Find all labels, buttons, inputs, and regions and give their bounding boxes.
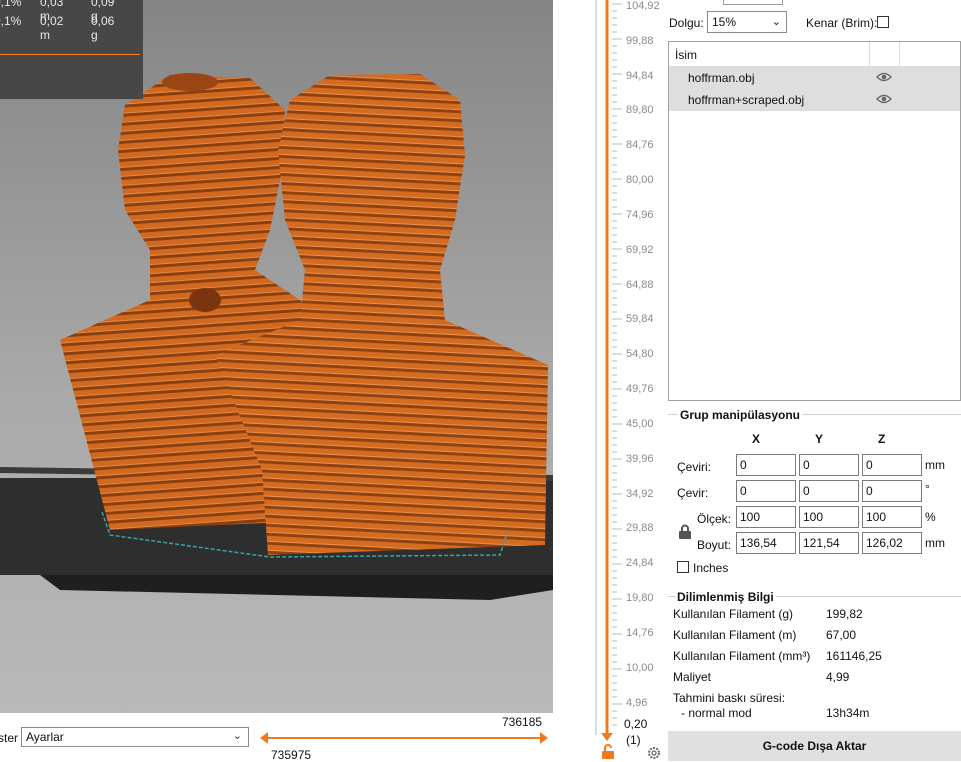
stats-pct: 0,1%: [0, 14, 22, 28]
info-value: 4,99: [826, 670, 850, 684]
object-list-header: İsim: [669, 42, 960, 67]
layer-stats-panel: 0,1% 0,03 m 0,09 g 0,1% 0,02 m 0,06 g: [0, 0, 143, 99]
infill-select[interactable]: 15% ⌄: [707, 11, 787, 33]
stats-length: 0,02 m: [40, 14, 64, 42]
axis-y-header: Y: [815, 432, 824, 446]
layer-tick-label: 59,84: [626, 313, 654, 326]
layer-tick-label: 4,96: [626, 696, 648, 709]
rotate-x-field[interactable]: 0: [736, 480, 796, 502]
info-key: Kullanılan Filament (m): [673, 628, 797, 642]
scale-y-field[interactable]: 100: [799, 506, 859, 528]
layer-tick-label: 14,76: [626, 626, 654, 639]
lock-icon[interactable]: [600, 744, 616, 760]
layer-tick-label: 80,00: [626, 174, 654, 187]
eye-icon[interactable]: [876, 93, 892, 105]
layer-tick-label: 10,00: [626, 661, 654, 674]
chevron-down-icon: ⌄: [771, 16, 781, 28]
stats-divider: [0, 54, 140, 55]
rotate-unit: °: [925, 482, 930, 496]
info-key: Tahmini baskı süresi:: [673, 691, 786, 705]
range-right-handle: [540, 732, 548, 744]
translate-unit: mm: [925, 458, 945, 472]
layer-tick-label: 34,92: [626, 487, 654, 500]
eye-icon[interactable]: [876, 71, 892, 83]
object-name: hoffrman.obj: [688, 71, 755, 85]
preset-value: Ayarlar: [26, 730, 64, 744]
scale-z-field[interactable]: 100: [862, 506, 922, 528]
scene-render: [0, 73, 553, 600]
current-layer-number: (1): [626, 733, 641, 747]
layer-tick-label: 99,88: [626, 34, 654, 47]
size-x-field[interactable]: 136,54: [736, 532, 796, 554]
translate-z-field[interactable]: 0: [862, 454, 922, 476]
layer-tick-label: 64,88: [626, 278, 654, 291]
inches-checkbox[interactable]: [677, 561, 689, 573]
preset-select[interactable]: Ayarlar ⌄: [21, 727, 249, 747]
object-list: İsim hoffrman.obj hoffrman+scraped.obj: [668, 41, 961, 401]
info-key: Kullanılan Filament (g): [673, 607, 794, 621]
layer-tick-label: 54,80: [626, 348, 654, 361]
chevron-down-icon: ⌄: [232, 730, 242, 742]
rotate-y-field[interactable]: 0: [799, 480, 859, 502]
layer-tick-label: 104,92: [626, 0, 660, 12]
layer-tick-label: 94,84: [626, 69, 654, 82]
3d-viewport[interactable]: 0,1% 0,03 m 0,09 g 0,1% 0,02 m 0,06 g: [0, 0, 553, 713]
infill-label: Dolgu:: [669, 16, 704, 30]
brim-checkbox[interactable]: [877, 16, 889, 28]
info-value: 161146,25: [826, 649, 882, 663]
info-value: 67,00: [826, 628, 857, 642]
object-row[interactable]: hoffrman+scraped.obj: [669, 89, 960, 111]
horizontal-range-min: 735975: [271, 748, 312, 762]
size-unit: mm: [925, 536, 945, 550]
translate-y-field[interactable]: 0: [799, 454, 859, 476]
axis-x-header: X: [752, 432, 761, 446]
group-manipulation-title: Grup manipülasyonu: [678, 408, 803, 422]
brim-label: Kenar (Brim):: [806, 16, 878, 30]
object-name: hoffrman+scraped.obj: [688, 93, 805, 107]
info-key: Kullanılan Filament (mm³): [673, 649, 811, 663]
scale-unit: %: [925, 510, 936, 524]
rotate-label: Çevir:: [677, 486, 709, 500]
info-key: Maliyet: [673, 670, 712, 684]
scale-x-field[interactable]: 100: [736, 506, 796, 528]
rotate-z-field[interactable]: 0: [862, 480, 922, 502]
axis-z-header: Z: [878, 432, 886, 446]
layer-tick-label: 84,76: [626, 139, 654, 152]
layer-tick-label: 19,80: [626, 592, 654, 605]
translate-x-field[interactable]: 0: [736, 454, 796, 476]
layer-tick-label: 89,80: [626, 104, 654, 117]
layer-tick-label: 45,00: [626, 417, 654, 430]
layer-tick-label: 49,76: [626, 383, 654, 396]
name-column-header[interactable]: İsim: [675, 48, 697, 62]
stats-pct: 0,1%: [0, 0, 22, 9]
slice-info-title: Dilimlenmiş Bilgi: [675, 590, 776, 604]
stats-weight: 0,06 g: [91, 14, 115, 42]
translate-label: Çeviri:: [677, 460, 712, 474]
horizontal-range-slider[interactable]: [258, 726, 550, 750]
info-value: 13h34m: [826, 706, 870, 720]
current-layer-height: 0,20: [624, 717, 648, 731]
gear-icon[interactable]: [646, 745, 662, 761]
top-dropdown-edge[interactable]: [723, 0, 783, 5]
inches-label: Inches: [693, 561, 729, 575]
layer-tick-label: 39,96: [626, 452, 654, 465]
layer-handle: [601, 733, 613, 741]
range-left-handle: [260, 732, 268, 744]
size-label: Boyut:: [697, 538, 732, 552]
layer-tick-label: 24,84: [626, 557, 654, 570]
size-z-field[interactable]: 126,02: [862, 532, 922, 554]
layer-tick-label: 29,88: [626, 522, 654, 535]
info-key: - normal mod: [681, 706, 752, 720]
infill-value: 15%: [712, 15, 737, 29]
lock-icon[interactable]: [678, 524, 692, 540]
object-row[interactable]: hoffrman.obj: [669, 67, 960, 89]
size-y-field[interactable]: 121,54: [799, 532, 859, 554]
scale-label: Ölçek:: [697, 512, 732, 526]
info-value: 199,82: [826, 607, 863, 621]
layer-tick-label: 69,92: [626, 243, 654, 256]
export-gcode-button[interactable]: G-code Dışa Aktar: [668, 731, 961, 761]
layer-tick-label: 74,96: [626, 208, 654, 221]
preset-label: ster: [0, 731, 19, 745]
